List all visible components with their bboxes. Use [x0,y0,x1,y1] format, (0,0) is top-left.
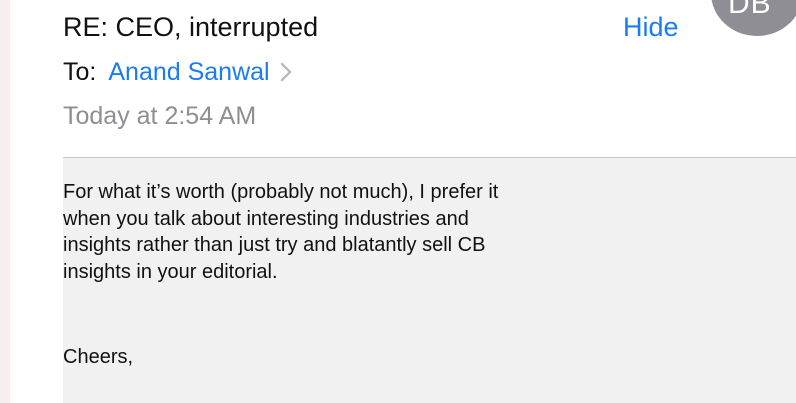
recipient-name-link[interactable]: Anand Sanwal [108,58,269,87]
chevron-right-icon[interactable] [278,61,294,83]
body-line: when you talk about interesting industri… [63,207,469,230]
email-timestamp: Today at 2:54 AM [63,102,257,130]
body-line: For what it’s worth (probably not much),… [63,181,499,203]
email-body: For what it’s worth (probably not much),… [63,158,796,403]
sender-avatar[interactable]: DB [711,0,796,36]
body-line: insights rather than just try and blatan… [63,234,486,256]
email-subject: RE: CEO, interrupted [63,12,319,42]
recipient-row: To: Anand Sanwal [63,55,294,89]
to-label: To: [63,57,97,86]
avatar-initials: DB [728,0,772,20]
body-line: insights in your editorial. [63,260,278,283]
email-detail-view: RE: CEO, interrupted Hide DB To: Anand S… [0,0,796,403]
email-signoff: Cheers, [63,346,134,368]
left-edge-strip [0,0,10,403]
email-body-paragraph: For what it’s worth (probably not much),… [63,179,663,285]
hide-button[interactable]: Hide [623,10,679,44]
